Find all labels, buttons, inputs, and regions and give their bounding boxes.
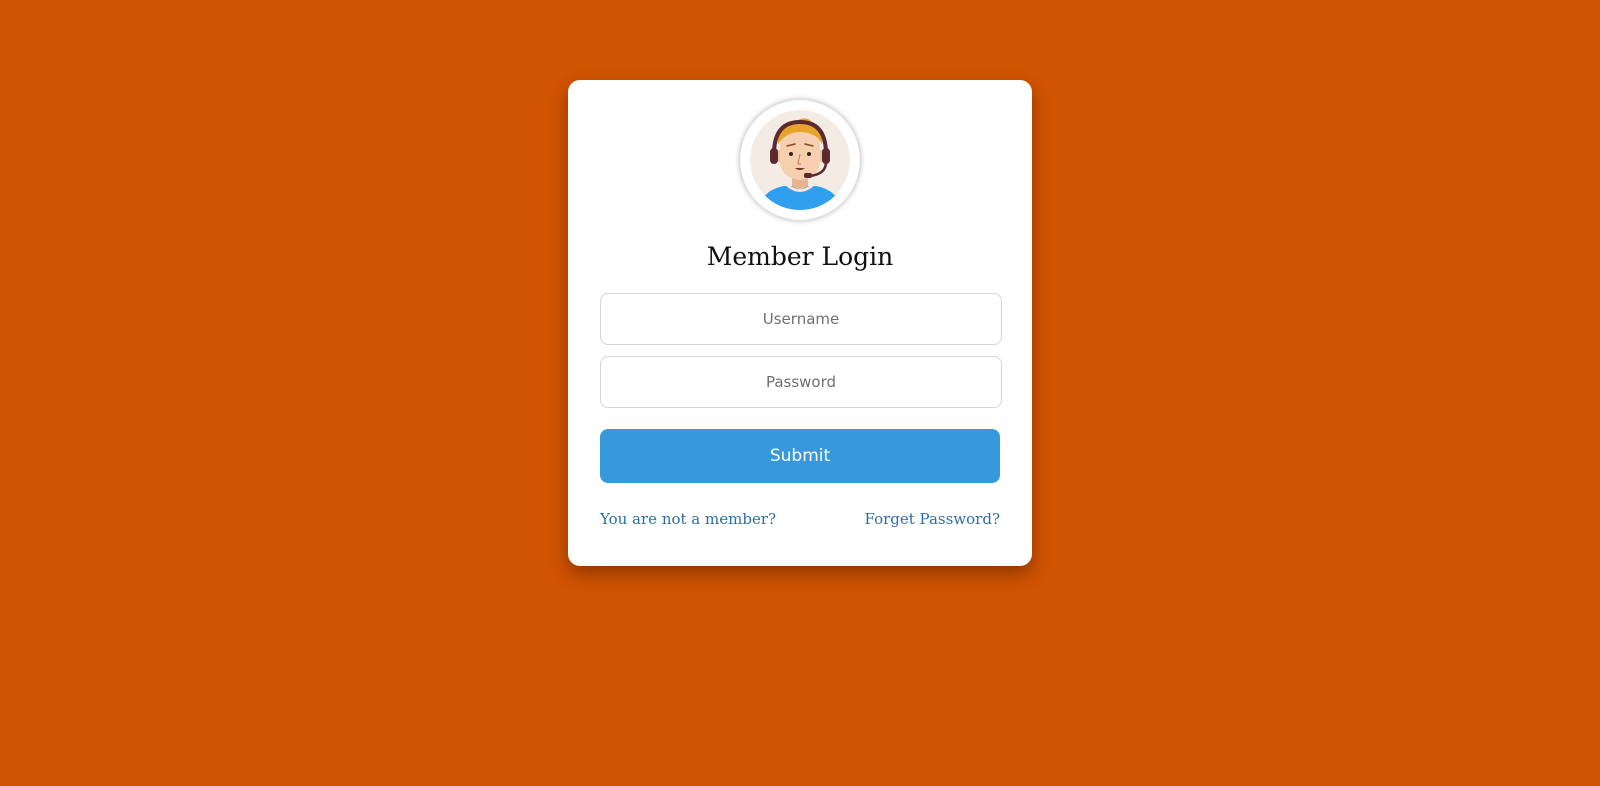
page-title: Member Login: [706, 242, 894, 271]
avatar: [740, 100, 860, 220]
not-member-link[interactable]: You are not a member?: [600, 510, 776, 528]
username-input[interactable]: [600, 293, 1002, 345]
submit-button[interactable]: Submit: [600, 429, 1000, 483]
login-card: Member Login Submit You are not a member…: [568, 80, 1032, 566]
support-agent-avatar-icon: [750, 110, 850, 210]
forget-password-link[interactable]: Forget Password?: [864, 510, 1000, 528]
password-input[interactable]: [600, 356, 1002, 408]
